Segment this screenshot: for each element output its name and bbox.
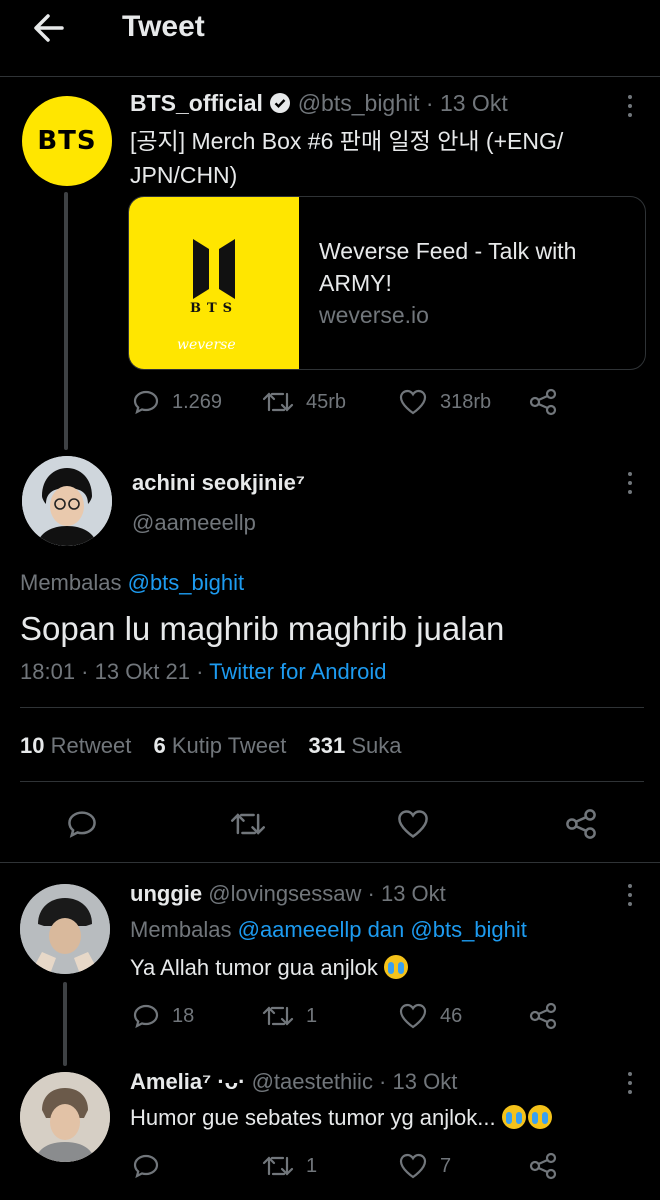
retweet-icon[interactable]	[230, 808, 266, 845]
tweet-header: BTS_official @bts_bighit · 13 Okt	[130, 90, 508, 120]
retweet-count: 1	[306, 1004, 318, 1027]
author-handle[interactable]: @bts_bighit	[298, 90, 420, 116]
back-arrow-icon[interactable]	[30, 10, 70, 46]
share-icon[interactable]	[528, 1002, 558, 1035]
mention-link[interactable]: @aameeellp dan @bts_bighit	[238, 917, 527, 942]
link-card[interactable]: BTS weverse Weverse Feed - Talk with ARM…	[128, 196, 646, 370]
reply-icon	[133, 1154, 159, 1179]
more-options-icon[interactable]	[623, 472, 637, 498]
user-avatar[interactable]	[20, 884, 110, 974]
reply-context: Membalas @bts_bighit	[20, 570, 245, 595]
more-options-icon[interactable]	[623, 95, 637, 121]
bts-avatar[interactable]: BTS	[22, 96, 112, 186]
thread-line	[64, 192, 68, 450]
retweet-icon	[262, 392, 294, 412]
like-action[interactable]: 318rb	[398, 388, 491, 416]
reply-context: Membalas @aameeellp dan @bts_bighit	[130, 917, 527, 942]
reply-action[interactable]: 18	[132, 1002, 194, 1030]
tweet-time: 18:01 · 13 Okt 21 ·	[20, 659, 204, 684]
like-count: 7	[440, 1154, 452, 1177]
user-avatar[interactable]	[22, 456, 112, 546]
card-logo-text: BTS	[189, 301, 239, 316]
divider	[0, 862, 660, 863]
share-icon[interactable]	[528, 1152, 558, 1185]
like-count: 46	[440, 1004, 463, 1027]
like-action[interactable]: 7	[398, 1152, 451, 1180]
page-title: Tweet	[122, 10, 205, 43]
like-stat[interactable]: 331 Suka	[309, 733, 402, 758]
divider	[20, 781, 644, 782]
retweet-action[interactable]: 1	[262, 1152, 317, 1180]
reply-action[interactable]: 1.269	[132, 388, 222, 416]
author-name[interactable]: BTS_official	[130, 90, 263, 116]
thread-line	[63, 982, 67, 1066]
reply-text: Ya Allah tumor gua anjlok	[130, 955, 408, 981]
reply-text: Humor gue sebates tumor yg anjlok...	[130, 1105, 552, 1131]
author-handle[interactable]: @aameeellp	[132, 510, 256, 536]
user-avatar[interactable]	[20, 1072, 110, 1162]
author-handle[interactable]: @taestethiic · 13 Okt	[252, 1069, 458, 1094]
tweet-stats: 10 Retweet 6 Kutip Tweet 331 Suka	[20, 733, 402, 759]
reply-header: unggie @lovingsessaw · 13 Okt	[130, 881, 446, 907]
reply-icon	[133, 1004, 159, 1029]
verified-badge-icon	[269, 92, 291, 120]
card-title: Weverse Feed - Talk with	[319, 238, 577, 264]
reply-count: 1.269	[172, 390, 223, 413]
heart-icon[interactable]	[396, 808, 430, 845]
share-icon[interactable]	[564, 808, 598, 845]
card-brand-text: weverse	[177, 337, 236, 353]
more-options-icon[interactable]	[623, 884, 637, 910]
crying-face-icon	[527, 1105, 552, 1129]
tweet-meta: 18:01 · 13 Okt 21 · Twitter for Android	[20, 659, 386, 685]
retweet-action[interactable]: 45rb	[262, 388, 346, 416]
like-action[interactable]: 46	[398, 1002, 462, 1030]
heart-icon	[399, 1153, 427, 1179]
card-image: BTS weverse	[129, 197, 299, 369]
reply-icon	[133, 390, 159, 415]
card-domain: weverse.io	[319, 302, 429, 328]
retweet-action[interactable]: 1	[262, 1002, 317, 1030]
like-count: 318rb	[440, 390, 492, 413]
share-icon[interactable]	[528, 388, 558, 421]
crying-face-icon	[383, 955, 408, 979]
card-details: Weverse Feed - Talk with ARMY! weverse.i…	[319, 235, 629, 331]
crying-face-icon	[501, 1105, 526, 1129]
mention-link[interactable]: @bts_bighit	[128, 570, 245, 595]
retweet-icon	[262, 1156, 294, 1176]
retweet-count: 1	[306, 1154, 318, 1177]
more-options-icon[interactable]	[623, 1072, 637, 1098]
author-handle[interactable]: @lovingsessaw · 13 Okt	[208, 881, 446, 906]
tweet-text: Sopan lu maghrib maghrib jualan	[20, 610, 505, 647]
reply-count: 18	[172, 1004, 195, 1027]
tweet-text: [공지] Merch Box #6 판매 일정 안내 (+ENG/ JPN/CH…	[130, 128, 564, 188]
reply-action[interactable]	[132, 1152, 172, 1180]
reply-icon[interactable]	[66, 808, 98, 845]
author-name[interactable]: achini seokjinie⁷	[132, 470, 305, 496]
retweet-count: 45rb	[306, 390, 347, 413]
retweet-stat[interactable]: 10 Retweet	[20, 733, 131, 758]
tweet-date: · 13 Okt	[425, 90, 508, 116]
author-name[interactable]: Amelia⁷ ·ᴗ·	[130, 1069, 245, 1094]
heart-icon	[399, 389, 427, 415]
author-name[interactable]: unggie	[130, 881, 202, 906]
divider	[20, 707, 644, 708]
quote-stat[interactable]: 6 Kutip Tweet	[153, 733, 286, 758]
retweet-icon	[262, 1006, 294, 1026]
top-bar: Tweet	[0, 0, 660, 77]
tweet-source[interactable]: Twitter for Android	[209, 659, 386, 684]
heart-icon	[399, 1003, 427, 1029]
reply-header: Amelia⁷ ·ᴗ· @taestethiic · 13 Okt	[130, 1069, 457, 1095]
